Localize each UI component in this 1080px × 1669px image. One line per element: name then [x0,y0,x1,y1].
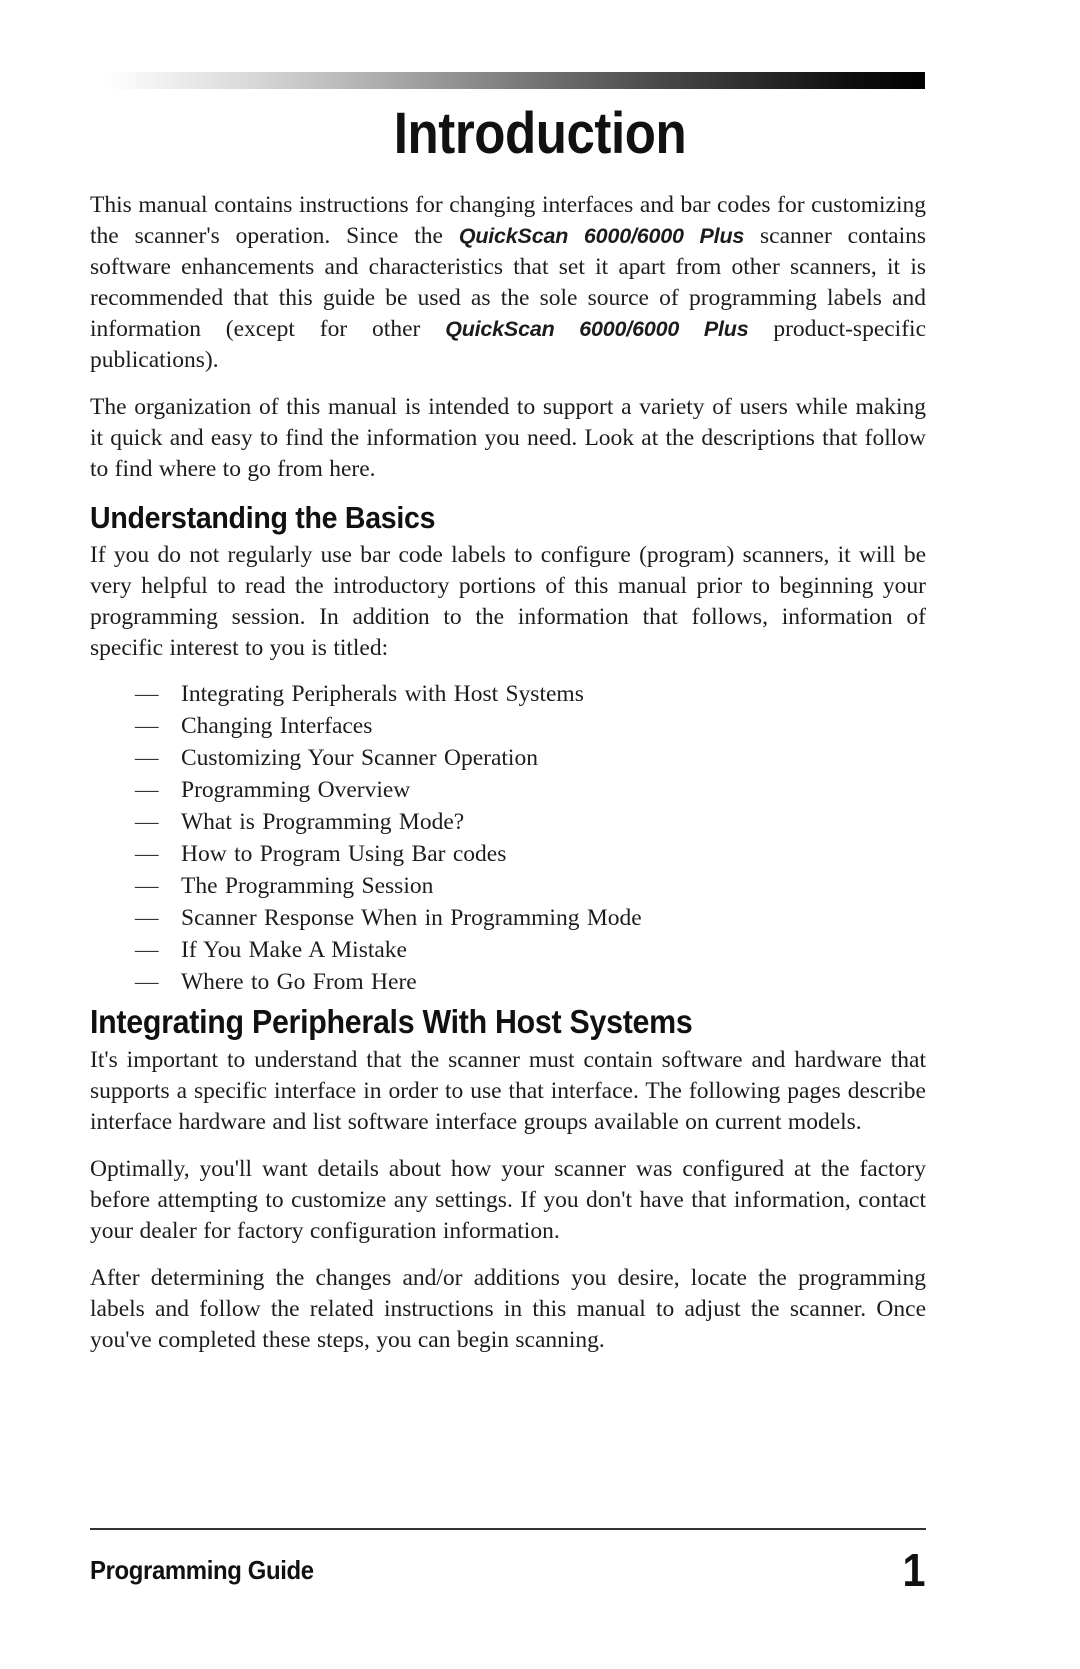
em-dash-bullet-icon: — [135,936,159,963]
list-item-label: Integrating Peripherals with Host System… [181,680,584,707]
list-item: — Programming Overview [135,774,926,806]
integrating-paragraph-2: Optimally, you'll want details about how… [90,1155,926,1244]
list-item: — Changing Interfaces [135,710,926,742]
list-item-label: How to Program Using Bar codes [181,840,507,867]
em-dash-bullet-icon: — [135,744,159,771]
integrating-paragraph-3: After determining the changes and/or add… [90,1264,926,1353]
list-item-label: Scanner Response When in Programming Mod… [181,904,642,931]
product-name-emphasis: QuickScan 6000/6000 Plus [458,224,745,248]
basics-paragraph: If you do not regularly use bar code lab… [90,541,926,661]
list-item-label: If You Make A Mistake [181,936,407,963]
document-page: Introduction This manual contains instru… [0,0,1080,1669]
list-item: — How to Program Using Bar codes [135,838,926,870]
page-footer: Programming Guide 1 [90,1540,926,1600]
footer-divider [90,1528,926,1530]
intro-paragraph-1: This manual contains instructions for ch… [90,190,926,376]
header-gradient-rule [105,72,925,89]
intro-paragraph-2: The organization of this manual is inten… [90,394,926,482]
footer-guide-label: Programming Guide [90,1554,314,1585]
em-dash-bullet-icon: — [135,776,159,803]
em-dash-bullet-icon: — [135,872,159,899]
list-item: — If You Make A Mistake [135,934,926,966]
footer-page-number: 1 [902,1544,926,1596]
list-item: — Where to Go From Here [135,966,926,998]
list-item: — Scanner Response When in Programming Mo… [135,902,926,934]
em-dash-bullet-icon: — [135,808,159,835]
list-item-label: Where to Go From Here [181,968,417,995]
topics-list: — Integrating Peripherals with Host Syste… [90,678,926,998]
em-dash-bullet-icon: — [135,840,159,867]
list-item-label: What is Programming Mode? [181,808,465,835]
list-item-label: Customizing Your Scanner Operation [181,744,538,771]
em-dash-bullet-icon: — [135,712,159,739]
list-item-label: Changing Interfaces [181,712,373,739]
heading-integrating-peripherals-with-host-systems: Integrating Peripherals With Host System… [90,1002,693,1040]
product-name-emphasis: QuickScan 6000/6000 Plus [445,317,749,341]
em-dash-bullet-icon: — [135,968,159,995]
list-item: — Integrating Peripherals with Host Syste… [135,678,926,710]
heading-understanding-the-basics: Understanding the Basics [90,500,436,535]
list-item-label: Programming Overview [181,776,411,803]
integrating-paragraph-1: It's important to understand that the sc… [90,1046,926,1135]
em-dash-bullet-icon: — [135,680,159,707]
page-title: Introduction [393,101,687,166]
list-item: — Customizing Your Scanner Operation [135,742,926,774]
em-dash-bullet-icon: — [135,904,159,931]
page-content: This manual contains instructions for ch… [90,190,926,1372]
list-item: — The Programming Session [135,870,926,902]
list-item: — What is Programming Mode? [135,806,926,838]
list-item-label: The Programming Session [181,872,434,899]
